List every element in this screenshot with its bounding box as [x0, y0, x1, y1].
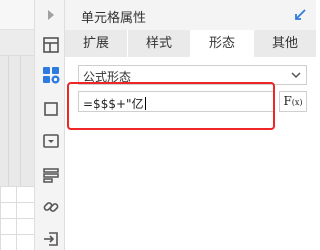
pin-icon[interactable] [292, 7, 308, 23]
formula-text: =$$$+"亿 [83, 97, 144, 111]
tab-style[interactable]: 样式 [128, 30, 191, 57]
shape-type-select[interactable]: 公式形态 [78, 65, 307, 85]
side-toolbar [34, 0, 65, 250]
panel-header: 单元格属性 [65, 0, 316, 30]
chevron-down-icon[interactable] [290, 69, 302, 81]
fx-sub-label: (x) [291, 98, 303, 107]
import-icon[interactable] [35, 226, 66, 250]
fx-label: F [283, 94, 292, 108]
chevron-right-icon[interactable] [35, 2, 66, 28]
cell-element-icon[interactable] [35, 62, 66, 88]
sheet-gray-region [0, 56, 34, 186]
column-ruler [0, 30, 34, 56]
sheet-toolbar [0, 0, 34, 30]
formula-editor-button[interactable]: F(x) [279, 91, 307, 112]
dropdown-widget-icon[interactable] [35, 128, 66, 154]
formula-input[interactable]: =$$$+"亿 [78, 91, 274, 112]
tab-other[interactable]: 其他 [254, 30, 316, 57]
border-icon[interactable] [35, 96, 66, 122]
text-cursor [144, 97, 146, 110]
tab-shape[interactable]: 形态 [191, 30, 254, 57]
panel-tabs: 扩展 样式 形态 其他 [65, 30, 316, 57]
condition-attribute-icon[interactable] [35, 162, 66, 188]
sheet-area [0, 0, 34, 250]
tab-expand[interactable]: 扩展 [65, 30, 128, 57]
cell-property-panel: 单元格属性 扩展 样式 形态 其他 公式形态 =$$$+"亿 F(x) [65, 0, 316, 250]
sheet-grid [0, 186, 34, 250]
panel-title: 单元格属性 [81, 11, 147, 26]
table-icon[interactable] [35, 32, 66, 58]
shape-type-value: 公式形态 [83, 70, 132, 84]
hyperlink-icon[interactable] [35, 194, 66, 220]
